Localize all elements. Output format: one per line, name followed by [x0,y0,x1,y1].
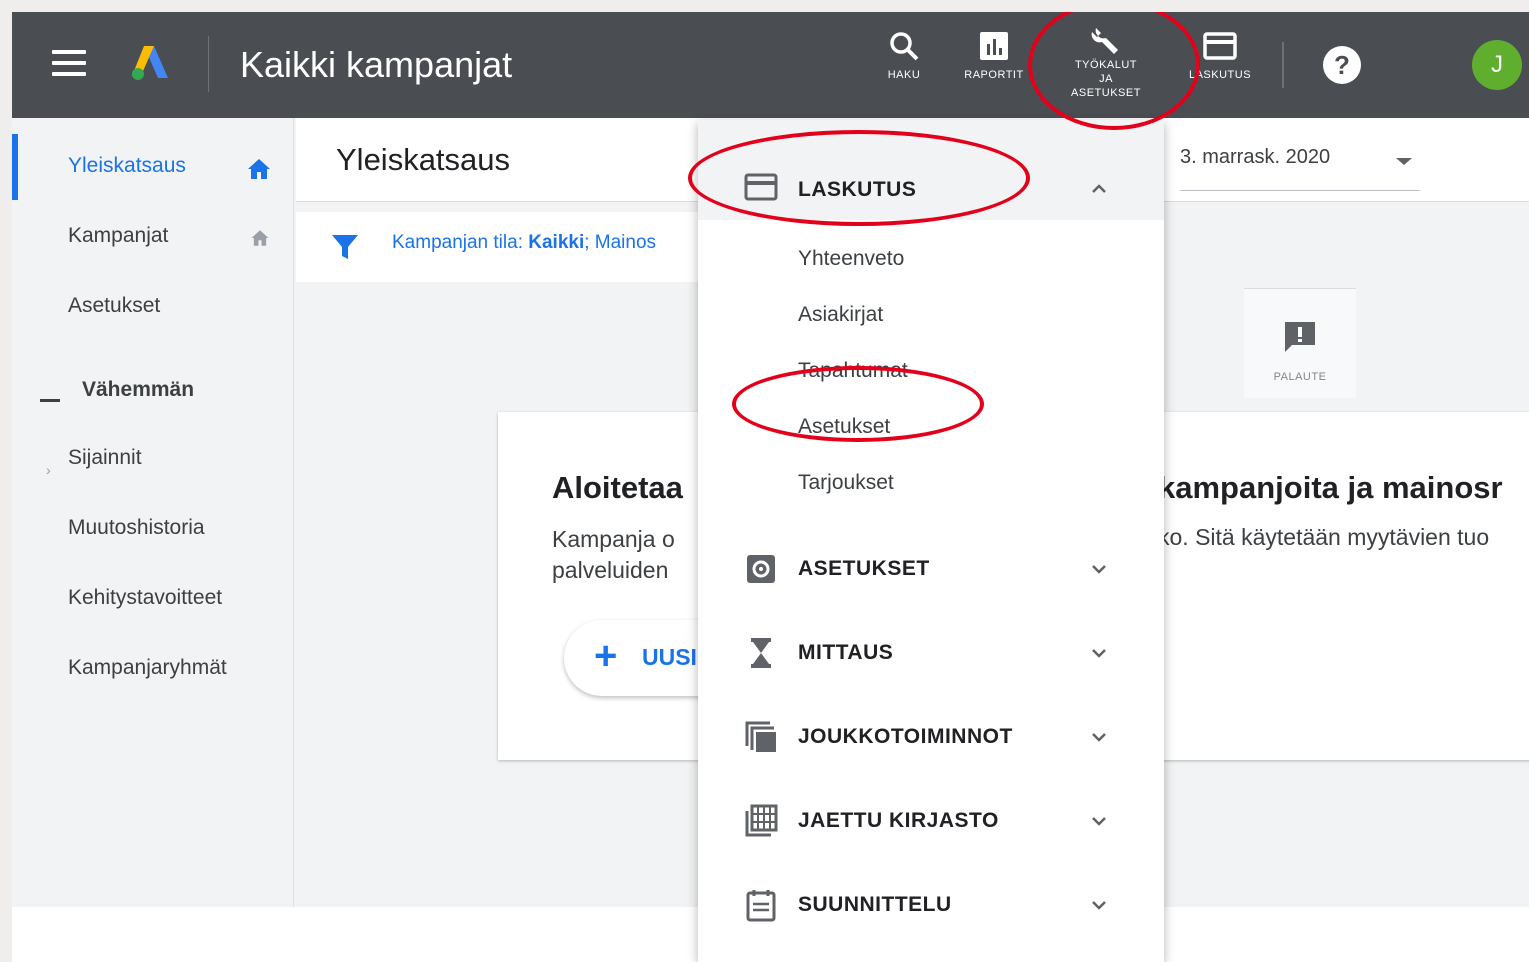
gear-icon [747,555,775,583]
card-text-line-2: palveluiden [552,557,669,583]
card-description-continued: ko. Sitä käytetään myytävien tuo [1158,524,1490,550]
reports-label: RAPORTIT [964,69,1024,81]
feedback-icon [1285,322,1315,352]
sidebar-item-less[interactable]: Vähemmän [82,378,194,402]
reports-button[interactable]: RAPORTIT [956,30,1032,82]
help-icon[interactable]: ? [1323,46,1361,84]
filter-text[interactable]: Kampanjan tila: Kaikki; Mainos [392,232,656,254]
sidebar-item-campaigns[interactable]: Kampanjat [68,224,168,248]
avatar[interactable]: J [1472,40,1522,90]
planning-section-label[interactable]: SUUNNITTELU [798,893,952,917]
sidebar-item-overview[interactable]: Yleiskatsaus [68,154,186,178]
filter-bar: Kampanjan tila: Kaikki; Mainos [296,212,716,282]
date-range[interactable]: 3. marrask. 2020 [1180,146,1330,169]
page-title: Yleiskatsaus [336,142,511,177]
bulk-actions-section-label[interactable]: JOUKKOTOIMINNOT [798,725,1013,749]
topbar-separator [1282,42,1284,88]
plus-icon: + [594,634,618,678]
chevron-right-icon: › [46,462,51,478]
chevron-down-icon[interactable] [1090,896,1108,914]
chevron-down-icon[interactable] [1090,560,1108,578]
billing-item-documents[interactable]: Asiakirjat [798,303,883,327]
sidebar-item-settings[interactable]: Asetukset [68,294,160,318]
google-ads-logo [132,46,168,80]
feedback-label: PALAUTE [1273,371,1327,383]
sidebar-item-locations[interactable]: Sijainnit [68,446,142,470]
annotation-circle-settings [732,366,984,442]
hamburger-menu-icon[interactable] [52,50,86,78]
chevron-down-icon[interactable] [1090,812,1108,830]
sidebar-active-indicator [12,134,18,200]
chevron-down-icon[interactable] [1090,644,1108,662]
credit-card-icon [1203,32,1237,60]
filter-prefix: Kampanjan tila: [392,232,529,253]
planning-icon [746,890,776,922]
filter-icon[interactable] [330,232,360,262]
app-title: Kaikki kampanjat [240,44,513,85]
feedback-button[interactable]: PALAUTE [1244,288,1356,398]
date-underline [1180,190,1420,191]
search-button[interactable]: HAKU [878,30,930,82]
top-bar: Kaikki kampanjat HAKU RAPORTIT TYÖKALUT … [12,12,1529,118]
home-icon [248,159,270,179]
home-icon [251,230,269,246]
card-title-continued: kampanjoita ja mainosr [1158,470,1503,505]
chevron-down-icon[interactable] [1090,728,1108,746]
search-label: HAKU [887,69,921,81]
hourglass-icon [751,638,771,668]
sidebar-item-change-history[interactable]: Muutoshistoria [68,516,205,540]
annotation-circle-billing [688,130,1030,226]
shared-library-section-label[interactable]: JAETTU KIRJASTO [798,809,999,833]
bulk-actions-icon [745,721,776,752]
tools-dropdown-menu: LASKUTUS Yhteenveto Asiakirjat Tapahtuma… [698,120,1164,962]
app-window: Kaikki kampanjat HAKU RAPORTIT TYÖKALUT … [12,12,1529,962]
shared-library-icon [745,804,778,837]
filter-value: Kaikki [528,232,585,253]
settings-section-label[interactable]: ASETUKSET [798,557,930,581]
card-text-line-1: Kampanja o [552,526,675,552]
billing-item-summary[interactable]: Yhteenveto [798,247,904,271]
card-title: Aloitetaa [552,470,683,505]
search-icon [890,32,919,61]
sidebar-item-campaign-groups[interactable]: Kampanjaryhmät [68,656,227,680]
sidebar: Yleiskatsaus Kampanjat Asetukset Vähemmä… [12,118,294,962]
sidebar-item-goals[interactable]: Kehitystavoitteet [68,586,222,610]
billing-item-offers[interactable]: Tarjoukset [798,471,894,495]
chevron-up-icon [1092,184,1106,193]
topbar-divider [208,36,209,92]
minus-icon [40,399,60,402]
caret-down-icon[interactable] [1396,158,1412,165]
filter-suffix: ; Mainos [584,232,657,253]
measurement-section-label[interactable]: MITTAUS [798,641,893,665]
reports-icon [980,32,1008,60]
card-description: Kampanja o palveluiden [552,524,675,586]
new-campaign-label: UUSI [642,644,697,670]
